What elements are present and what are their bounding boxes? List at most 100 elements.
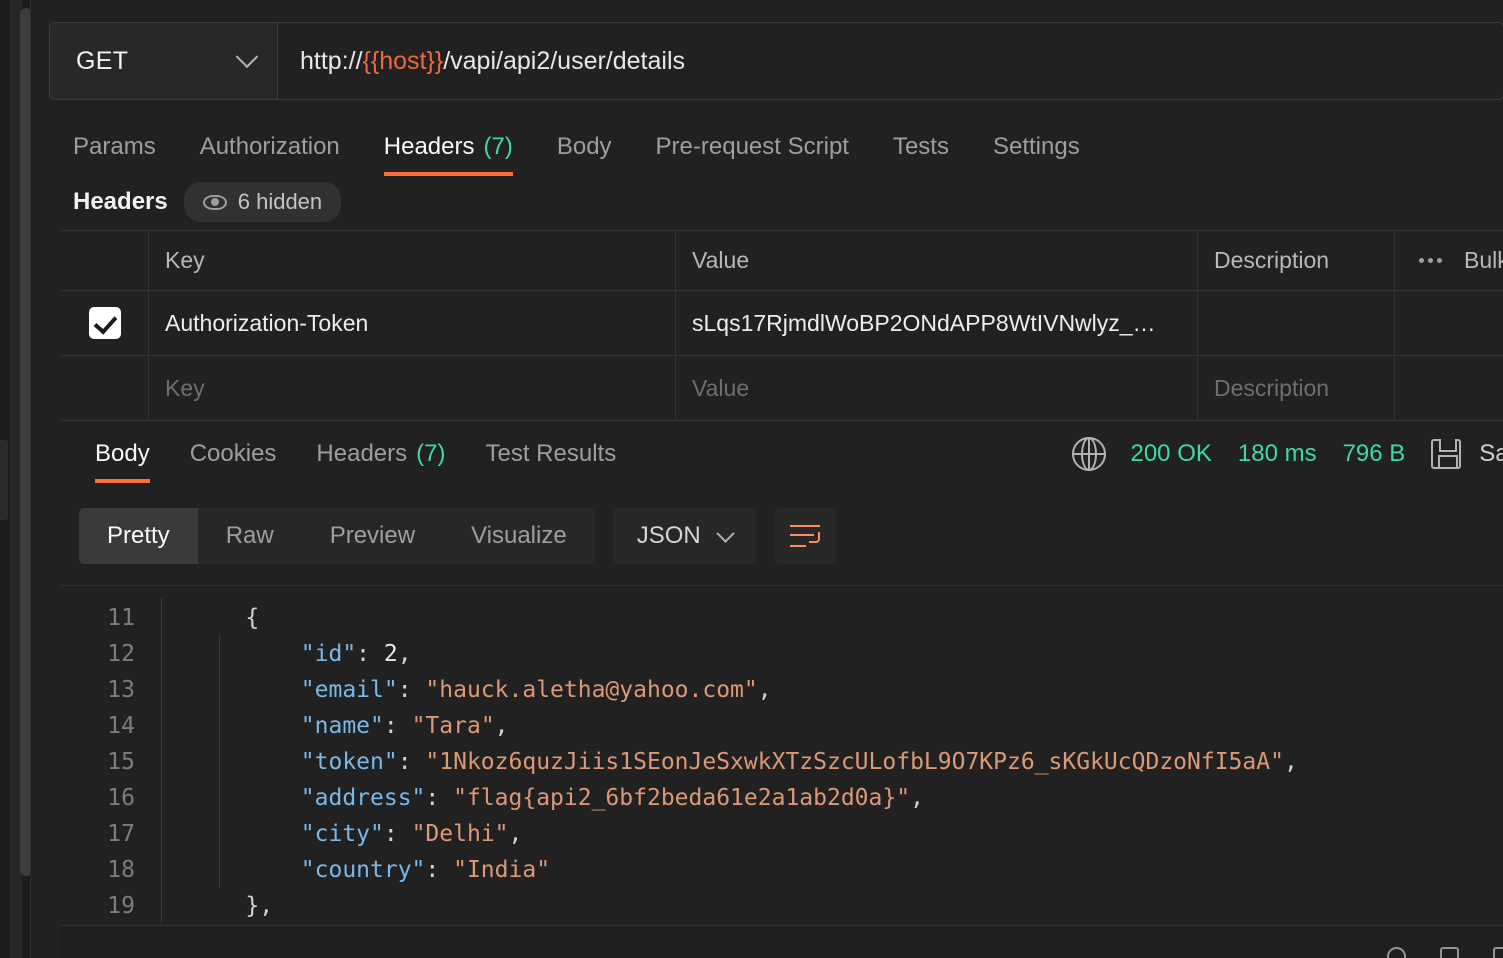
indent-guide [219, 852, 220, 888]
tab-label: Authorization [199, 133, 340, 160]
url-input[interactable]: http://{{host}}/vapi/api2/user/details [277, 22, 1503, 100]
headers-section-title: Headers [73, 188, 168, 215]
tab-settings[interactable]: Settings [971, 118, 1102, 176]
header-cell-key: Key [149, 231, 676, 290]
editor-top-clip [61, 586, 1503, 598]
bulk-edit-button[interactable]: Bulk [1464, 247, 1503, 274]
code-token: , [508, 821, 523, 847]
url-prefix: http:// [300, 46, 363, 75]
url-text: http://{{host}}/vapi/api2/user/details [300, 47, 685, 76]
format-tab-pretty[interactable]: Pretty [79, 508, 198, 564]
globe-icon[interactable] [1072, 437, 1107, 471]
language-dropdown[interactable]: JSON [612, 508, 756, 564]
header-cell-bulk: Bulk [1395, 231, 1503, 290]
placeholder-description-input[interactable]: Description [1198, 356, 1395, 420]
placeholder-value-input[interactable]: Value [676, 356, 1198, 420]
format-tab-visualize[interactable]: Visualize [443, 508, 595, 564]
tab-label: Cookies [189, 440, 277, 467]
tab-tests[interactable]: Tests [871, 118, 971, 176]
tab-label: Settings [992, 133, 1080, 160]
status-bar-item-left[interactable] [1387, 933, 1406, 958]
method-dropdown[interactable]: GET [49, 22, 277, 100]
url-bar: GET http://{{host}}/vapi/api2/user/detai… [49, 22, 1503, 100]
code-token: , [397, 641, 412, 667]
row-actions-cell [1395, 291, 1503, 355]
response-tab-cookies[interactable]: Cookies [170, 425, 297, 483]
response-format-toolbar: Pretty Raw Preview Visualize JSON [79, 508, 836, 564]
code-line-content: "country": "India" [161, 852, 1503, 888]
code-line: 12 "id": 2, [61, 636, 1503, 672]
code-line-content: "address": "flag{api2_6bf2beda61e2a1ab2d… [161, 780, 1503, 816]
code-token: { [190, 605, 260, 631]
response-tab-headers[interactable]: Headers (7) [296, 425, 465, 483]
tab-authorization[interactable]: Authorization [178, 118, 362, 176]
header-cell-checkbox [61, 231, 149, 290]
code-line: 14 "name": "Tara", [61, 708, 1503, 744]
code-token: "Delhi" [411, 821, 509, 847]
more-options-icon[interactable] [1419, 258, 1442, 263]
word-wrap-icon [789, 524, 820, 548]
row-value-cell[interactable]: sLqs17RjmdlWoBP2ONdAPP8WtIVNwlyz_… [676, 291, 1198, 355]
code-token: : [383, 713, 412, 739]
status-bar-item-mid[interactable] [1440, 933, 1459, 958]
format-tab-preview[interactable]: Preview [302, 508, 443, 564]
response-tab-test-results[interactable]: Test Results [465, 425, 636, 483]
tab-label: Body [95, 440, 150, 467]
code-token: , [1283, 749, 1298, 775]
placeholder-description-text: Description [1214, 374, 1330, 401]
placeholder-key-input[interactable]: Key [149, 356, 676, 420]
table-header-row: Key Value Description Bulk [61, 231, 1503, 291]
response-tab-body[interactable]: Body [75, 425, 170, 483]
code-line: 18 "country": "India" [61, 852, 1503, 888]
row-enabled-checkbox[interactable] [88, 307, 121, 339]
sidebar-edge-handle[interactable] [0, 440, 8, 520]
response-size-text: 796 B [1342, 440, 1406, 467]
indent-guide [219, 744, 220, 780]
tab-body[interactable]: Body [535, 118, 634, 176]
code-token: "id" [300, 641, 357, 667]
code-token: : [397, 749, 426, 775]
code-line-content: "name": "Tara", [161, 708, 1503, 744]
tab-headers[interactable]: Headers (7) [362, 118, 535, 176]
capture-icon [1440, 946, 1459, 958]
code-token: "Tara" [411, 713, 495, 739]
placeholder-actions-cell [1395, 356, 1503, 420]
response-body-editor[interactable]: 10 },11 {12 "id": 2,13 "email": "hauck.a… [61, 585, 1503, 923]
code-line: 15 "token": "1Nkoz6quzJiis1SEonJeSxwkXTz… [61, 744, 1503, 780]
status-code-text: 200 OK [1130, 440, 1212, 467]
line-number: 16 [107, 785, 135, 811]
code-line-content: "id": 2, [161, 636, 1503, 672]
row-description-cell[interactable] [1198, 291, 1395, 355]
code-token: }, [190, 893, 274, 919]
url-variable: {{host}} [362, 46, 444, 75]
left-scrollbar-track[interactable] [10, 0, 32, 958]
placeholder-checkbox-cell [61, 356, 149, 420]
header-cell-description: Description [1198, 231, 1395, 290]
save-response-button[interactable]: Save [1479, 440, 1503, 468]
code-token: "email" [300, 677, 398, 703]
code-line-content: "token": "1Nkoz6quzJiis1SEonJeSxwkXTzSzc… [161, 744, 1503, 780]
save-icon[interactable] [1431, 439, 1462, 469]
format-tab-raw[interactable]: Raw [198, 508, 302, 564]
row-key-cell[interactable]: Authorization-Token [149, 291, 676, 355]
code-token: 2 [383, 641, 398, 667]
cookies-icon [1387, 946, 1406, 958]
tab-params[interactable]: Params [49, 118, 178, 176]
chevron-down-icon [716, 523, 735, 543]
code-token: : [356, 641, 384, 667]
code-token: , [910, 785, 924, 811]
status-bar-item-right[interactable] [1493, 933, 1503, 958]
code-token: "India" [453, 857, 551, 883]
code-token: "city" [300, 821, 384, 847]
tab-label: Tests [892, 133, 949, 160]
word-wrap-button[interactable] [773, 508, 836, 564]
indent-guide [219, 780, 220, 816]
code-line-content: "city": "Delhi", [161, 816, 1503, 852]
postman-app-window: GET http://{{host}}/vapi/api2/user/detai… [0, 0, 1503, 958]
tab-pre-request-script[interactable]: Pre-request Script [634, 118, 871, 176]
indent-guide [219, 708, 220, 744]
hidden-headers-toggle[interactable]: 6 hidden [183, 182, 342, 222]
